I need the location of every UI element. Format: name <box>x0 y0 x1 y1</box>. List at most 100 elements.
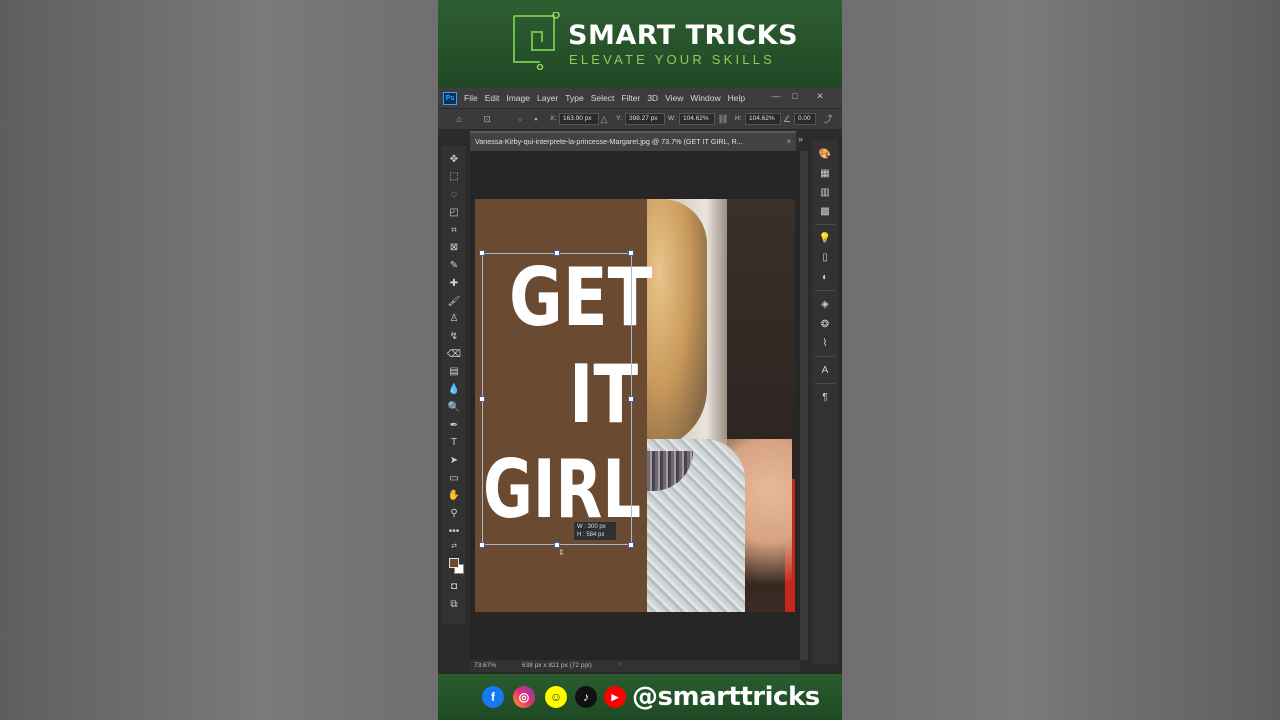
x-position-field[interactable]: 163.90 px <box>559 113 599 125</box>
home-icon[interactable]: ⌂ <box>453 113 465 125</box>
move-tool-icon[interactable]: ✥ <box>445 152 463 167</box>
gradients-panel-icon[interactable]: ▥ <box>818 186 832 200</box>
swatches-panel-icon[interactable]: ▦ <box>818 167 832 181</box>
width-field[interactable]: 104.62% <box>679 113 715 125</box>
transform-handle-bottom-right[interactable] <box>628 542 634 548</box>
transform-handle-top[interactable] <box>554 250 560 256</box>
history-brush-tool-icon[interactable]: ↯ <box>445 329 463 344</box>
pen-tool-icon[interactable]: ✒ <box>445 418 463 433</box>
portrait-photo <box>647 199 795 612</box>
brand-banner: SMART TRICKS ELEVATE YOUR SKILLS <box>438 0 842 88</box>
y-position-field[interactable]: 398.27 px <box>625 113 665 125</box>
menu-image[interactable]: Image <box>506 93 530 103</box>
screen-mode-icon[interactable]: ⧉ <box>445 597 463 612</box>
link-icon[interactable]: ⛓ <box>717 113 729 125</box>
character-panel-icon[interactable]: A <box>818 364 832 378</box>
reference-toggle-icon[interactable]: ▪ <box>530 113 542 125</box>
menu-file[interactable]: File <box>464 93 478 103</box>
close-tab-icon[interactable]: × <box>786 137 791 146</box>
marquee-tool-icon[interactable]: ⬚ <box>445 169 463 184</box>
menu-filter[interactable]: Filter <box>621 93 640 103</box>
snapchat-icon: ☺ <box>545 686 567 708</box>
height-field[interactable]: 104.62% <box>745 113 781 125</box>
document-info: 638 px x 821 px (72 ppi) <box>522 662 592 669</box>
blurred-background-left <box>0 0 438 720</box>
lasso-tool-icon[interactable]: ◌ <box>445 187 463 202</box>
hair <box>647 199 707 449</box>
layers-panel-icon[interactable]: ◈ <box>818 298 832 312</box>
menu-layer[interactable]: Layer <box>537 93 558 103</box>
object-selection-tool-icon[interactable]: ◰ <box>445 205 463 220</box>
crop-tool-icon[interactable]: ⌗ <box>445 223 463 238</box>
adjustments-panel-icon[interactable]: ◐ <box>818 271 832 285</box>
menu-view[interactable]: View <box>665 93 683 103</box>
transform-mode-icon[interactable]: ⊡ <box>481 113 493 125</box>
blur-tool-icon[interactable]: 💧 <box>445 382 463 397</box>
libraries-panel-icon[interactable]: ▯ <box>818 251 832 265</box>
dock-divider <box>815 290 835 291</box>
angle-field[interactable]: 0.00 <box>794 113 816 125</box>
menu-edit[interactable]: Edit <box>485 93 500 103</box>
frame-tool-icon[interactable]: ⊠ <box>445 240 463 255</box>
dodge-tool-icon[interactable]: 🔍 <box>445 400 463 415</box>
channels-panel-icon[interactable]: ❂ <box>818 318 832 332</box>
h-label: H: <box>735 115 742 122</box>
menu-select[interactable]: Select <box>591 93 615 103</box>
skew-icon[interactable]: ⤴ <box>822 113 834 125</box>
facebook-icon: f <box>482 686 504 708</box>
learn-panel-icon[interactable]: 💡 <box>818 232 832 246</box>
menu-type[interactable]: Type <box>565 93 583 103</box>
photoshop-logo-icon: Ps <box>443 91 457 105</box>
canvas-scrollbar[interactable] <box>800 151 808 660</box>
path-selection-tool-icon[interactable]: ➤ <box>445 453 463 468</box>
dock-divider <box>815 224 835 225</box>
right-panel-dock: 🎨 ▦ ▥ ▩ 💡 ▯ ◐ ◈ ❂ ⌇ A ¶ <box>812 140 838 664</box>
transform-bounding-box[interactable] <box>482 253 632 545</box>
hand-tool-icon[interactable]: ✋ <box>445 488 463 503</box>
document-tab[interactable]: Vanessa-Kirby-qui-interprete-la-princess… <box>470 131 796 151</box>
menu-3d[interactable]: 3D <box>647 93 658 103</box>
eraser-tool-icon[interactable]: ⌫ <box>445 347 463 362</box>
size-tooltip: W : 300 px H : 584 px <box>573 521 617 541</box>
close-window-button[interactable]: ✕ <box>812 88 828 106</box>
patterns-panel-icon[interactable]: ▩ <box>818 205 832 219</box>
zoom-level[interactable]: 73.67% <box>474 662 496 669</box>
instagram-icon: ◎ <box>513 686 535 708</box>
social-handle: @smarttricks <box>632 682 820 712</box>
status-bar: 73.67% 638 px x 821 px (72 ppi) › <box>470 660 800 672</box>
transform-handle-top-left[interactable] <box>479 250 485 256</box>
rectangle-tool-icon[interactable]: ▭ <box>445 471 463 486</box>
reference-point-icon[interactable]: ▫ <box>514 113 526 125</box>
transform-handle-left[interactable] <box>479 396 485 402</box>
minimize-button[interactable]: — <box>768 88 784 106</box>
transform-handle-top-right[interactable] <box>628 250 634 256</box>
zoom-tool-icon[interactable]: ⚲ <box>445 506 463 521</box>
brush-tool-icon[interactable]: 🖌 <box>445 294 463 309</box>
transform-handle-right[interactable] <box>628 396 634 402</box>
brand-subtitle: ELEVATE YOUR SKILLS <box>569 52 776 67</box>
document-title: Vanessa-Kirby-qui-interprete-la-princess… <box>475 137 743 146</box>
foreground-color-swatch[interactable] <box>449 558 459 568</box>
collapse-panels-icon[interactable]: » <box>798 134 803 144</box>
healing-brush-tool-icon[interactable]: ✚ <box>445 276 463 291</box>
w-label: W: <box>668 115 676 122</box>
gradient-tool-icon[interactable]: ▤ <box>445 364 463 379</box>
paragraph-panel-icon[interactable]: ¶ <box>818 391 832 405</box>
swap-colors-icon[interactable]: ⇄ <box>445 539 463 554</box>
menu-window[interactable]: Window <box>690 93 720 103</box>
tooltip-width: W : 300 px <box>577 524 606 530</box>
menu-help[interactable]: Help <box>728 93 745 103</box>
relative-position-icon[interactable]: △ <box>598 113 610 125</box>
video-frame: SMART TRICKS ELEVATE YOUR SKILLS Ps File… <box>438 0 842 720</box>
eyedropper-tool-icon[interactable]: ✎ <box>445 258 463 273</box>
paths-panel-icon[interactable]: ⌇ <box>818 337 832 351</box>
x-label: X: <box>550 115 557 122</box>
more-tools-icon[interactable]: ••• <box>445 524 463 539</box>
maximize-button[interactable]: □ <box>787 88 803 106</box>
status-menu-arrow-icon[interactable]: › <box>619 661 621 668</box>
transform-handle-bottom-left[interactable] <box>479 542 485 548</box>
color-panel-icon[interactable]: 🎨 <box>818 148 832 162</box>
clone-stamp-tool-icon[interactable]: ♙ <box>445 311 463 326</box>
type-tool-icon[interactable]: T <box>445 435 463 450</box>
quick-mask-icon[interactable]: ◘ <box>445 579 463 594</box>
